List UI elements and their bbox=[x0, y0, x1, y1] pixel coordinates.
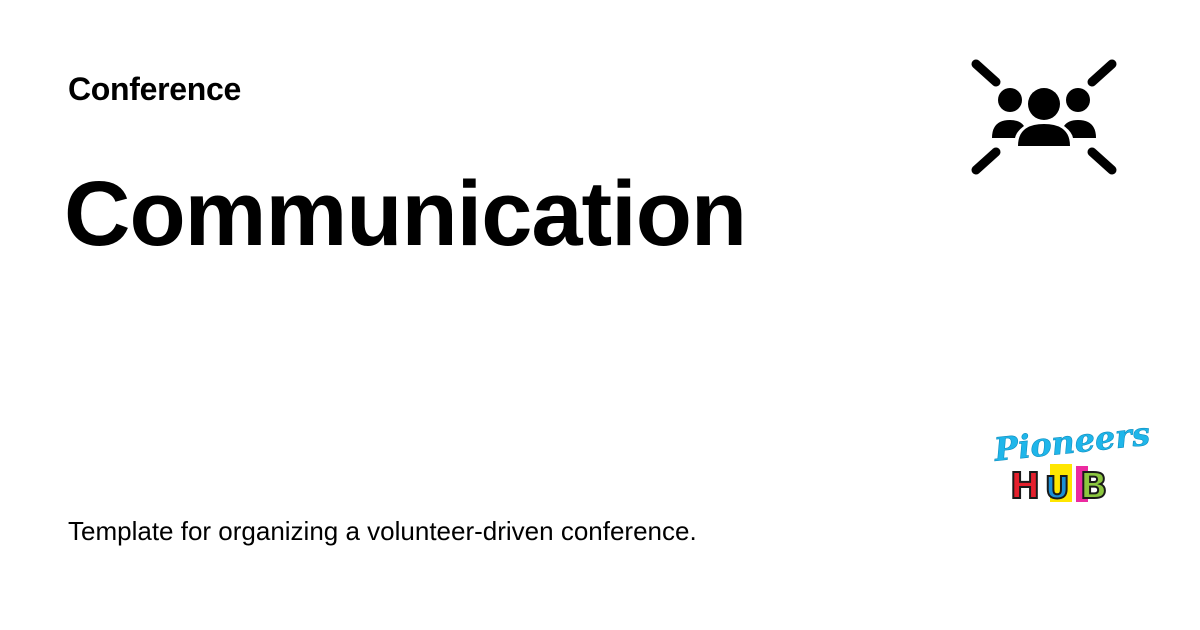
category-label: Conference bbox=[68, 71, 242, 107]
description-text: Template for organizing a volunteer-driv… bbox=[68, 516, 697, 546]
groups-icon bbox=[968, 56, 1120, 178]
svg-text:Pioneers: Pioneers bbox=[991, 415, 1152, 469]
svg-text:B: B bbox=[1080, 466, 1107, 507]
svg-text:H: H bbox=[1010, 466, 1040, 507]
page-title: Communication bbox=[64, 163, 747, 265]
svg-text:U: U bbox=[1045, 471, 1069, 506]
pioneers-hub-logo: Pioneers H U B bbox=[990, 414, 1152, 508]
